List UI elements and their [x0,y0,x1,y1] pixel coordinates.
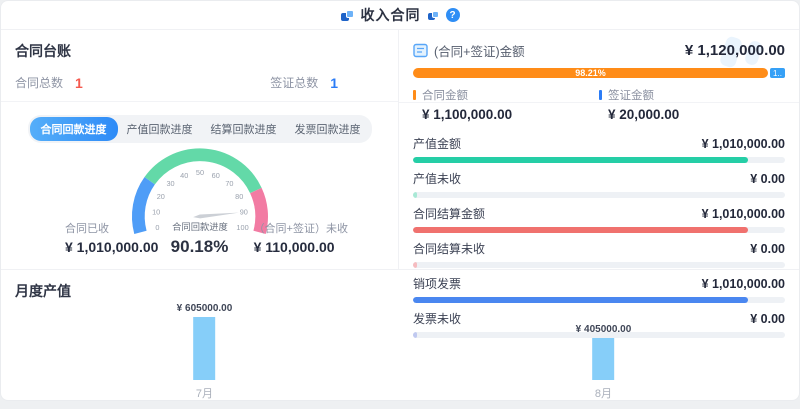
metric-bar-track [413,192,785,198]
bar-category-label: 7月 [196,385,213,401]
stat-value: 1 [75,75,83,91]
ledger-title: 合同台账 [15,41,384,61]
received-value: ¥ 1,010,000.00 [65,239,158,255]
monthly-chart-title: 月度产值 [1,281,799,301]
stat-1: 签证总数 1 [270,74,338,91]
metric-row-1: 产值未收 ¥ 0.00 [413,170,785,198]
tab-0[interactable]: 合同回款进度 [30,117,118,141]
metric-row-0: 产值金额 ¥ 1,010,000.00 [413,135,785,163]
legend-label: 签证金额 [608,87,654,103]
metric-value: ¥ 1,010,000.00 [702,207,785,221]
metric-label: 产值未收 [413,170,461,187]
bar-group-8月: ¥ 405000.00 8月 [576,324,632,401]
stat-value: 1 [330,75,338,91]
gauge-tick-label: 100 [236,223,248,232]
stat-label: 合同总数 [15,74,63,91]
bar [592,338,614,380]
metric-bar-fill [413,192,417,198]
metric-value: ¥ 0.00 [750,172,785,186]
legend-value: ¥ 20,000.00 [608,107,785,122]
metric-bar-fill [413,227,748,233]
legend-value: ¥ 1,100,000.00 [422,107,599,122]
gauge-tick-label: 10 [152,207,160,216]
progress-tab-group: 合同回款进度产值回款进度结算回款进度发票回款进度 [28,115,372,143]
bar-value-label: ¥ 405000.00 [576,324,632,335]
metric-bar-track [413,262,785,268]
gauge-tick-label: 80 [235,192,243,201]
metric-bar-track [413,227,785,233]
monthly-bar-chart: ¥ 605000.00 7月 ¥ 405000.00 8月 [1,301,799,401]
metric-row-3: 合同结算未收 ¥ 0.00 [413,240,785,268]
contract-doc-icon [341,10,354,21]
bar-value-label: ¥ 605000.00 [177,303,233,314]
received-amount-block: 合同已收 ¥ 1,010,000.00 [65,220,158,255]
metric-value: ¥ 0.00 [750,242,785,256]
metric-bar-fill [413,157,748,163]
summary-title: (合同+签证)金额 [434,41,525,60]
bar [193,317,215,380]
gauge-tick-label: 40 [180,171,188,180]
gauge-needle [193,213,239,219]
received-label: 合同已收 [65,220,158,236]
metric-row-2: 合同结算金额 ¥ 1,010,000.00 [413,205,785,233]
contract-visa-stacked-bar: 98.21% 1.. [413,68,785,78]
legend-item-1: 签证金额 ¥ 20,000.00 [599,87,785,122]
tab-3[interactable]: 发票回款进度 [286,117,370,141]
tab-2[interactable]: 结算回款进度 [202,117,286,141]
legend-item-0: 合同金额 ¥ 1,100,000.00 [413,87,599,122]
stat-0: 合同总数 1 [15,74,83,91]
stat-label: 签证总数 [270,74,318,91]
amount-summary-panel: (合同+签证)金额 ¥ 1,120,000.00 98.21% 1.. 合同金额… [399,30,799,269]
unreceived-label: （合同+签证）未收 [254,220,348,236]
metric-label: 产值金额 [413,135,461,152]
metric-label: 合同结算未收 [413,240,485,257]
summary-total: ¥ 1,120,000.00 [685,42,785,59]
stacked-bar-legend: 合同金额 ¥ 1,100,000.00 签证金额 ¥ 20,000.00 [413,87,785,122]
contract-doc-icon-small [428,11,439,20]
metric-bar-track [413,157,785,163]
ledger-stats: 合同总数 1 签证总数 1 [15,74,384,91]
contract-amount-segment: 98.21% [413,68,768,78]
dashboard-card: 收入合同 ? 合同台账 合同总数1签证总数1 合同回款进度产值回款进度结算回款进… [0,0,800,401]
gauge-tick-label: 90 [239,207,247,216]
tab-1[interactable]: 产值回款进度 [118,117,202,141]
gauge-label: 合同回款进度 [172,221,228,232]
page-header: 收入合同 ? [1,1,799,30]
unreceived-amount-block: （合同+签证）未收 ¥ 110,000.00 [254,220,348,255]
gauge-tick-label: 50 [195,168,203,177]
visa-amount-segment: 1.. [770,68,785,78]
help-icon[interactable]: ? [446,8,460,22]
monthly-output-panel: 月度产值 ¥ 605000.00 7月 ¥ 405000.00 8月 [1,269,799,400]
gauge-tick-label: 20 [156,192,164,201]
gauge-tick-label: 70 [225,179,233,188]
metric-label: 合同结算金额 [413,205,485,222]
gauge-tick-label: 60 [211,171,219,180]
gauge-tick-label: 30 [166,179,174,188]
legend-label: 合同金额 [422,87,468,103]
legend-marker [413,90,416,100]
metric-bar-fill [413,262,417,268]
bar-group-7月: ¥ 605000.00 7月 [177,303,233,401]
bar-category-label: 8月 [595,385,612,401]
ledger-book-icon [413,43,428,58]
legend-marker [599,90,602,100]
metric-value: ¥ 1,010,000.00 [702,137,785,151]
contract-ledger-panel: 合同台账 合同总数1签证总数1 合同回款进度产值回款进度结算回款进度发票回款进度… [1,30,399,269]
page-title: 收入合同 [361,5,421,25]
unreceived-value: ¥ 110,000.00 [254,239,348,255]
